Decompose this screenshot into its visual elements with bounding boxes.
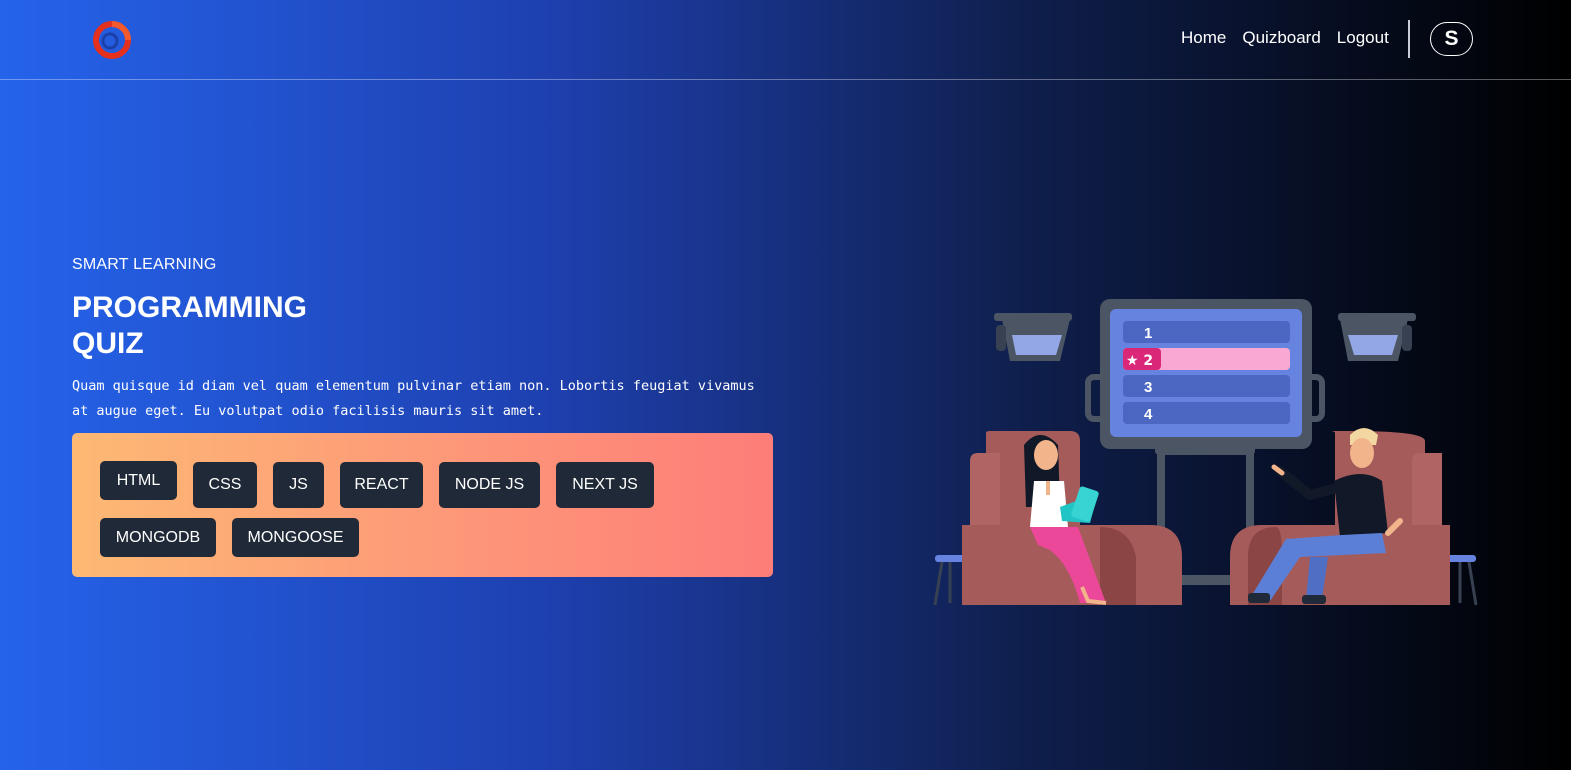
nav-link-logout[interactable]: Logout: [1337, 28, 1389, 48]
navbar: Home Quizboard Logout S: [0, 0, 1571, 80]
hero-title: PROGRAMMING QUIZ: [72, 291, 307, 360]
board-item-1: 1: [1144, 325, 1152, 342]
quiz-show-illustration: 1 ★ 2 3 4: [933, 299, 1478, 606]
hero-eyebrow: SMART LEARNING: [72, 256, 217, 273]
board-item-4: 4: [1144, 406, 1153, 423]
tag-react[interactable]: REACT: [340, 462, 423, 508]
tag-css[interactable]: CSS: [193, 462, 257, 508]
nav-divider: [1408, 20, 1410, 58]
tag-html[interactable]: HTML: [100, 461, 177, 500]
tag-node-js[interactable]: NODE JS: [439, 462, 540, 508]
tag-mongoose[interactable]: MONGOOSE: [232, 518, 359, 557]
nav-link-home[interactable]: Home: [1181, 28, 1226, 48]
tag-mongodb[interactable]: MONGODB: [100, 518, 216, 557]
tag-next-js[interactable]: NEXT JS: [556, 462, 654, 508]
board-item-3: 3: [1144, 379, 1152, 396]
user-avatar[interactable]: S: [1430, 22, 1473, 56]
board-item-2: ★ 2: [1126, 353, 1153, 369]
logo-icon[interactable]: [90, 18, 134, 62]
topic-tags-panel: HTML CSS JS REACT NODE JS NEXT JS MONGOD…: [72, 433, 773, 577]
stage-light-left-icon: [994, 313, 1072, 361]
hero-section: SMART LEARNING PROGRAMMING QUIZ Quam qui…: [72, 256, 777, 424]
hero-description: Quam quisque id diam vel quam elementum …: [72, 378, 755, 419]
stage-light-right-icon: [1338, 313, 1416, 361]
nav-links: Home Quizboard Logout: [1181, 28, 1389, 48]
nav-link-quizboard[interactable]: Quizboard: [1242, 28, 1320, 48]
quiz-scoreboard: 1 ★ 2 3 4: [1100, 299, 1312, 449]
tag-js[interactable]: JS: [273, 462, 324, 508]
